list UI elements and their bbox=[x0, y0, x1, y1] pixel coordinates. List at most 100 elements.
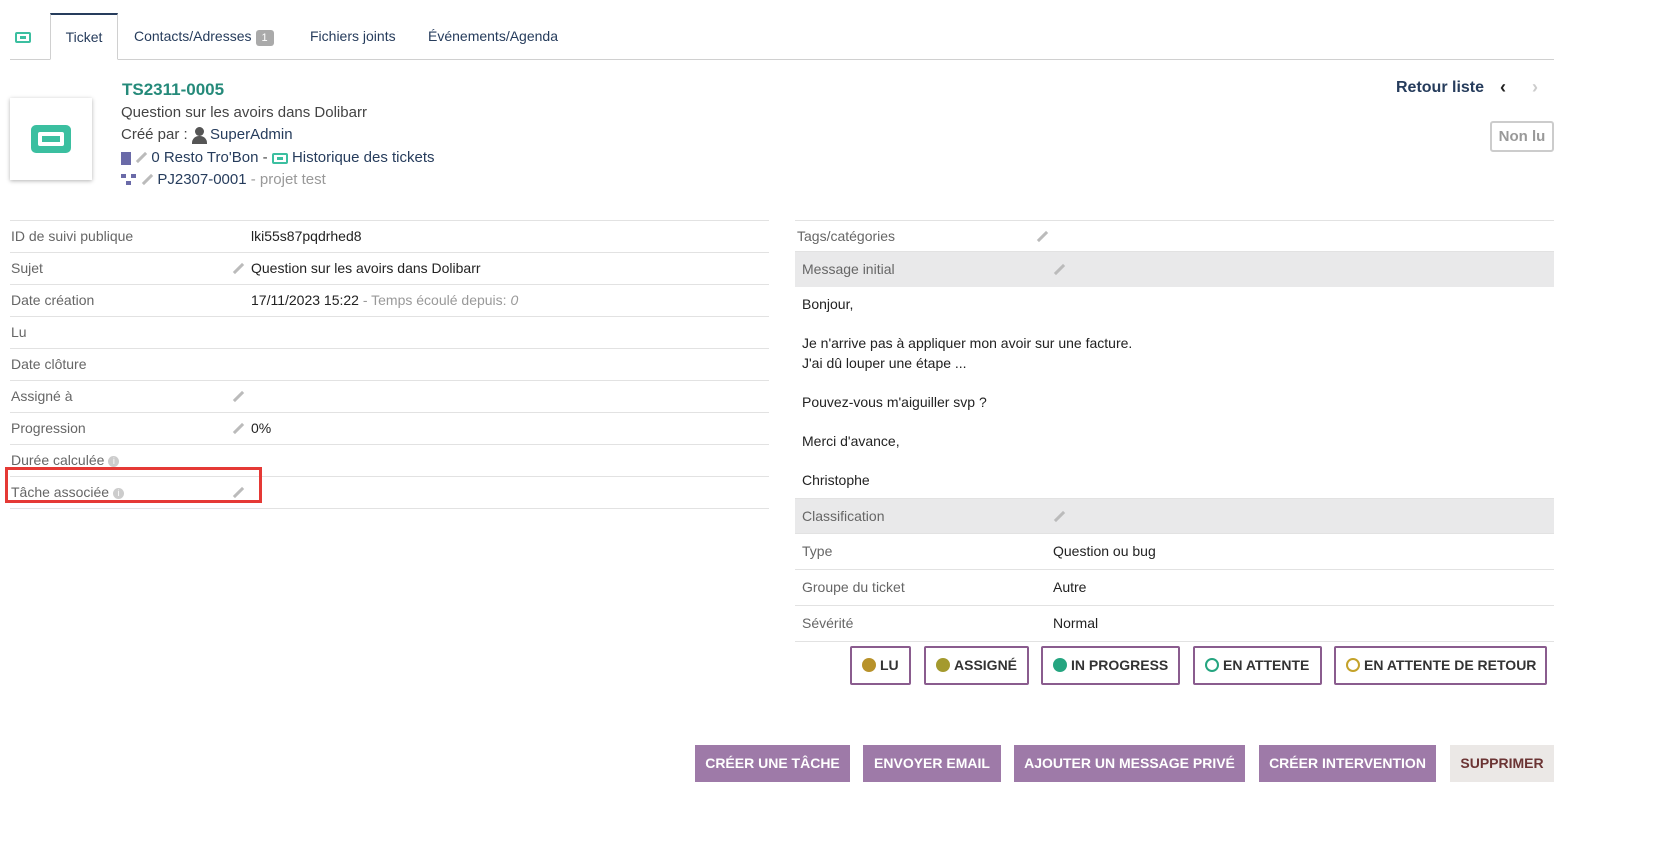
status-in-progress-label: IN PROGRESS bbox=[1071, 657, 1169, 673]
history-ticket-icon bbox=[271, 152, 288, 164]
project-icon bbox=[121, 174, 137, 186]
status-circle-icon bbox=[1205, 658, 1219, 673]
group-label: Groupe du ticket bbox=[802, 579, 905, 595]
add-private-message-button[interactable]: AJOUTER UN MESSAGE PRIVÉ bbox=[1014, 745, 1245, 782]
thirdparty-link[interactable]: 0 Resto Tro'Bon bbox=[151, 149, 258, 166]
ticket-history-link[interactable]: Historique des tickets bbox=[292, 149, 435, 166]
project-line: PJ2307-0001 - projet test bbox=[121, 171, 326, 188]
user-icon bbox=[191, 127, 207, 145]
field-row-type: Type Question ou bug bbox=[795, 533, 1554, 569]
project-label: - projet test bbox=[250, 171, 326, 188]
unread-status-badge: Non lu bbox=[1490, 121, 1554, 152]
public-id-label: ID de suivi publique bbox=[11, 228, 134, 244]
status-waiting-button[interactable]: EN ATTENTE bbox=[1193, 646, 1322, 685]
ticket-details-table: Tags/catégories Message initial Bonjour,… bbox=[795, 220, 1554, 642]
ticket-icon bbox=[15, 31, 31, 43]
ticket-fields-table: ID de suivi publique lki55s87pqdrhed8 Suj… bbox=[10, 220, 769, 509]
field-row-public-id: ID de suivi publique lki55s87pqdrhed8 bbox=[10, 220, 769, 252]
project-link[interactable]: PJ2307-0001 bbox=[157, 171, 246, 188]
status-waiting-label: EN ATTENTE bbox=[1223, 657, 1310, 673]
status-assigned-button[interactable]: ASSIGNÉ bbox=[924, 646, 1029, 685]
severity-label: Sévérité bbox=[802, 615, 854, 631]
ticket-big-icon bbox=[31, 125, 71, 153]
message-line: J'ai dû louper une étape ... bbox=[802, 354, 967, 371]
type-value: Question ou bug bbox=[1053, 543, 1156, 559]
severity-value: Normal bbox=[1053, 615, 1099, 631]
group-value: Autre bbox=[1053, 579, 1087, 595]
building-icon bbox=[121, 151, 131, 165]
message-header: Message initial bbox=[795, 251, 1554, 287]
assigned-label: Assigné à bbox=[11, 388, 73, 404]
closed-label: Date clôture bbox=[11, 356, 87, 372]
subject-label: Sujet bbox=[11, 260, 43, 276]
message-line: Pouvez-vous m'aiguiller svp ? bbox=[802, 393, 987, 410]
created-by-label: Créé par : bbox=[121, 126, 188, 143]
status-assigned-label: ASSIGNÉ bbox=[954, 657, 1018, 673]
tab-bar: Ticket Contacts/Adresses 1 Fichiers joint… bbox=[10, 13, 1554, 60]
message-line bbox=[802, 412, 1547, 432]
public-id-value: lki55s87pqdrhed8 bbox=[251, 228, 362, 244]
edit-subject-icon[interactable] bbox=[232, 263, 244, 275]
classification-header: Classification bbox=[795, 498, 1554, 533]
status-read-button[interactable]: LU bbox=[850, 646, 911, 685]
field-row-closed: Date clôture bbox=[10, 348, 769, 380]
tab-ticket[interactable]: Ticket bbox=[50, 13, 118, 60]
field-row-group: Groupe du ticket Autre bbox=[795, 569, 1554, 605]
edit-progress-icon[interactable] bbox=[232, 423, 244, 435]
status-in-progress-button[interactable]: IN PROGRESS bbox=[1041, 646, 1180, 685]
delete-button[interactable]: SUPPRIMER bbox=[1450, 745, 1554, 782]
message-line: Merci d'avance, bbox=[802, 432, 900, 449]
tab-files[interactable]: Fichiers joints bbox=[310, 13, 396, 59]
field-row-progress: Progression 0% bbox=[10, 412, 769, 444]
field-row-created: Date création 17/11/2023 15:22 - Temps éc… bbox=[10, 284, 769, 316]
ticket-subject: Question sur les avoirs dans Dolibarr bbox=[121, 104, 367, 121]
status-waiting-reply-label: EN ATTENTE DE RETOUR bbox=[1364, 657, 1537, 673]
created-by-line: Créé par : SuperAdmin bbox=[121, 126, 293, 145]
tab-contacts-label: Contacts/Adresses bbox=[134, 28, 252, 44]
edit-project-icon[interactable] bbox=[141, 174, 153, 186]
field-row-subject: Sujet Question sur les avoirs dans Doliba… bbox=[10, 252, 769, 284]
create-intervention-button[interactable]: CRÉER INTERVENTION bbox=[1259, 745, 1436, 782]
field-row-tags: Tags/catégories bbox=[795, 220, 1554, 251]
field-row-severity: Sévérité Normal bbox=[795, 605, 1554, 642]
tags-label: Tags/catégories bbox=[797, 228, 896, 244]
type-label: Type bbox=[802, 543, 833, 559]
message-line: Je n'arrive pas à appliquer mon avoir su… bbox=[802, 335, 1133, 351]
info-icon[interactable]: i bbox=[108, 455, 120, 467]
progress-label: Progression bbox=[11, 420, 86, 436]
subject-value: Question sur les avoirs dans Dolibarr bbox=[251, 260, 481, 276]
created-label: Date création bbox=[11, 292, 95, 308]
created-by-link[interactable]: SuperAdmin bbox=[210, 126, 293, 143]
tab-contacts[interactable]: Contacts/Adresses 1 bbox=[134, 13, 274, 59]
status-circle-icon bbox=[1346, 658, 1360, 673]
message-line bbox=[802, 373, 1547, 393]
ticket-ref: TS2311-0005 bbox=[122, 80, 225, 99]
created-value: 17/11/2023 15:22 bbox=[251, 292, 359, 308]
field-row-read: Lu bbox=[10, 316, 769, 348]
edit-assigned-icon[interactable] bbox=[232, 391, 244, 403]
ticket-logo bbox=[10, 98, 92, 180]
previous-record-button[interactable]: ‹ bbox=[1500, 77, 1506, 98]
back-to-list-link[interactable]: Retour liste bbox=[1396, 79, 1484, 97]
next-record-button: › bbox=[1532, 77, 1538, 97]
edit-classification-icon[interactable] bbox=[1053, 511, 1065, 523]
tab-events[interactable]: Événements/Agenda bbox=[428, 13, 558, 59]
tab-ticket-label: Ticket bbox=[65, 29, 103, 45]
tab-ticket-icon[interactable] bbox=[15, 13, 39, 59]
field-row-assigned: Assigné à bbox=[10, 380, 769, 412]
edit-thirdparty-icon[interactable] bbox=[135, 152, 147, 164]
elapsed-value: 0 bbox=[510, 292, 519, 308]
thirdparty-line: 0 Resto Tro'Bon - Historique des tickets bbox=[121, 149, 435, 166]
message-line: Christophe bbox=[802, 471, 870, 488]
progress-value: 0% bbox=[251, 420, 272, 436]
status-dot-icon bbox=[1053, 658, 1067, 673]
edit-message-icon[interactable] bbox=[1053, 264, 1065, 276]
send-email-button[interactable]: ENVOYER EMAIL bbox=[863, 745, 1001, 782]
status-dot-icon bbox=[862, 658, 876, 673]
edit-tags-icon[interactable] bbox=[1036, 231, 1048, 243]
message-line bbox=[802, 451, 1547, 471]
duration-label: Durée calculée bbox=[11, 452, 105, 468]
contacts-count-badge: 1 bbox=[255, 30, 274, 46]
status-waiting-reply-button[interactable]: EN ATTENTE DE RETOUR bbox=[1334, 646, 1547, 685]
create-task-button[interactable]: CRÉER UNE TÂCHE bbox=[695, 745, 850, 782]
